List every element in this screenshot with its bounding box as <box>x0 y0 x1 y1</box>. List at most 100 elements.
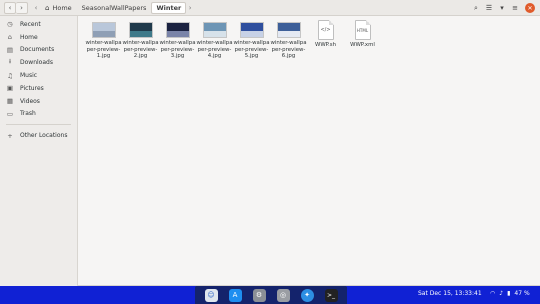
volume-icon: ♪ <box>499 290 504 297</box>
breadcrumb: ‹ ⌂ Home SeasonalWallPapers Winter › <box>32 2 194 14</box>
system-tray[interactable]: ◠ ♪ ▮ 47 % <box>490 290 530 297</box>
sidebar-item-documents[interactable]: ▤ Documents <box>0 44 77 57</box>
clock[interactable]: Sat Dec 15, 13:33:41 <box>418 290 482 297</box>
file-name: WWP.xml <box>350 42 375 48</box>
sidebar-item-recent[interactable]: ◷ Recent <box>0 18 77 31</box>
home-icon: ⌂ <box>45 4 50 12</box>
safari-icon[interactable]: ✦ <box>300 288 314 302</box>
search-icon[interactable]: ⌕ <box>470 2 482 14</box>
app-store-icon[interactable]: A <box>228 288 242 302</box>
document-icon: ▤ <box>6 45 14 54</box>
file-name: WWP.sh <box>314 42 336 48</box>
image-thumbnail <box>165 22 190 38</box>
sidebar-item-label: Downloads <box>20 59 53 67</box>
sidebar-item-label: Pictures <box>20 84 44 92</box>
camera-icon: ▣ <box>6 84 14 93</box>
sidebar-item-label: Other Locations <box>20 132 68 140</box>
thumbnail-ground <box>92 31 115 37</box>
page-fold <box>365 20 371 25</box>
thumbnail-sky <box>277 23 300 32</box>
header-bar: ‹ › ‹ ⌂ Home SeasonalWallPapers Winter ›… <box>0 0 540 16</box>
sidebar-item-pictures[interactable]: ▣ Pictures <box>0 82 77 95</box>
back-button[interactable]: ‹ <box>4 2 16 14</box>
close-icon[interactable]: ✕ <box>525 3 535 13</box>
file-name: winter-wallpaper-preview-6.jpg <box>270 40 307 60</box>
forward-button[interactable]: › <box>16 2 28 14</box>
battery-level: 47 % <box>514 290 530 297</box>
trash-icon: ▭ <box>6 109 14 118</box>
plus-icon: + <box>7 131 13 140</box>
disk-icon[interactable]: ◎ <box>276 288 290 302</box>
view-options-icon[interactable]: ▾ <box>496 2 508 14</box>
file-name: winter-wallpaper-preview-3.jpg <box>159 40 196 60</box>
view-list-icon[interactable]: ☰ <box>483 2 495 14</box>
image-thumbnail <box>202 22 227 38</box>
script-file-icon: </> <box>317 20 334 40</box>
clock-icon: ◷ <box>7 20 13 29</box>
image-thumbnail <box>128 22 153 38</box>
sidebar-item-other-locations[interactable]: + Other Locations <box>0 129 77 142</box>
breadcrumb-seasonalwallpapers[interactable]: SeasonalWallPapers <box>77 2 152 14</box>
sidebar-item-videos[interactable]: ▦ Videos <box>0 95 77 108</box>
terminal-icon[interactable]: >_ <box>324 288 338 302</box>
breadcrumb-winter[interactable]: Winter <box>151 2 187 14</box>
sidebar-item-label: Videos <box>20 97 40 105</box>
image-thumbnail <box>91 22 116 38</box>
sidebar-item-label: Trash <box>20 110 36 118</box>
thumbnail-sky <box>240 23 263 32</box>
file-manager-window: ‹ › ‹ ⌂ Home SeasonalWallPapers Winter ›… <box>0 0 540 286</box>
home-icon: ⌂ <box>7 33 13 42</box>
film-icon: ▦ <box>6 97 14 106</box>
breadcrumb-home[interactable]: ⌂ Home <box>40 2 77 14</box>
settings-icon[interactable]: ⚙ <box>252 288 266 302</box>
file-item[interactable]: HTML WWP.xml <box>344 19 381 60</box>
file-name: winter-wallpaper-preview-4.jpg <box>196 40 233 60</box>
file-item[interactable]: winter-wallpaper-preview-1.jpg <box>85 19 122 60</box>
file-item[interactable]: winter-wallpaper-preview-4.jpg <box>196 19 233 60</box>
sidebar-item-label: Music <box>20 72 38 80</box>
sidebar-item-downloads[interactable]: ⭳ Downloads <box>0 56 77 69</box>
image-thumbnail <box>276 22 301 38</box>
file-item[interactable]: winter-wallpaper-preview-3.jpg <box>159 19 196 60</box>
file-item[interactable]: winter-wallpaper-preview-2.jpg <box>122 19 159 60</box>
finder-icon[interactable]: ☺ <box>204 288 218 302</box>
sidebar-item-trash[interactable]: ▭ Trash <box>0 108 77 121</box>
page-fold <box>328 20 334 25</box>
thumbnail-ground <box>166 31 189 37</box>
thumbnail-ground <box>203 31 226 37</box>
dock: ☺ A ⚙ ◎ ✦ >_ <box>195 286 347 304</box>
markup-glyph: HTML <box>356 27 369 33</box>
thumbnail-sky <box>166 23 189 32</box>
breadcrumb-left-arrow-icon[interactable]: ‹ <box>32 4 40 12</box>
thumbnail-ground <box>129 31 152 37</box>
code-glyph: </> <box>320 27 331 33</box>
thumbnail-ground <box>240 31 263 37</box>
breadcrumb-right-arrow-icon[interactable]: › <box>186 4 194 12</box>
thumbnail-ground <box>277 31 300 37</box>
breadcrumb-home-label: Home <box>52 4 72 12</box>
download-icon: ⭳ <box>8 57 12 66</box>
menu-icon[interactable]: ≡ <box>509 2 521 14</box>
file-name: winter-wallpaper-preview-1.jpg <box>85 40 122 60</box>
sidebar: ◷ Recent ⌂ Home ▤ Documents ⭳ Downloads … <box>0 16 78 286</box>
file-item[interactable]: winter-wallpaper-preview-5.jpg <box>233 19 270 60</box>
xml-file-icon: HTML <box>354 20 371 40</box>
wifi-icon: ◠ <box>490 290 496 297</box>
sidebar-item-label: Home <box>20 33 38 41</box>
sidebar-item-music[interactable]: ♫ Music <box>0 69 77 82</box>
music-icon: ♫ <box>7 71 13 80</box>
file-item[interactable]: winter-wallpaper-preview-6.jpg <box>270 19 307 60</box>
file-name: winter-wallpaper-preview-5.jpg <box>233 40 270 60</box>
sidebar-item-label: Recent <box>20 20 41 28</box>
file-grid: winter-wallpaper-preview-1.jpg winter-wa… <box>85 19 381 60</box>
thumbnail-sky <box>203 23 226 32</box>
sidebar-item-label: Documents <box>20 46 55 54</box>
chevron-right-icon: › <box>20 3 23 12</box>
sidebar-item-home[interactable]: ⌂ Home <box>0 31 77 44</box>
thumbnail-sky <box>129 23 152 32</box>
taskbar: ☺ A ⚙ ◎ ✦ >_ Sat Dec 15, 13:33:41 ◠ ♪ ▮ … <box>0 286 540 304</box>
sidebar-divider <box>6 124 71 126</box>
chevron-left-icon: ‹ <box>8 3 12 12</box>
image-thumbnail <box>239 22 264 38</box>
file-item[interactable]: </> WWP.sh <box>307 19 344 60</box>
